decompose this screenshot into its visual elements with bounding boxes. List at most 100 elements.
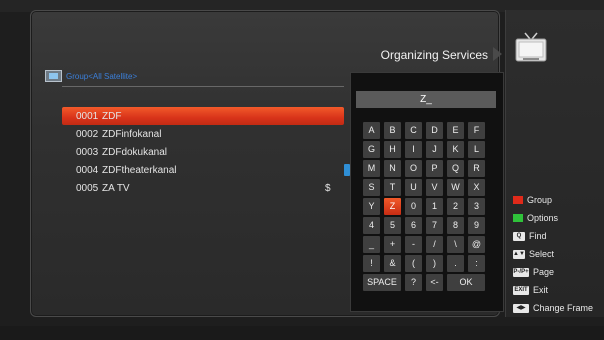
key-I[interactable]: I <box>405 141 422 158</box>
channel-row[interactable]: 0004 ZDFtheaterkanal <box>62 161 350 179</box>
key-.[interactable]: . <box>447 255 464 272</box>
channel-name: ZDF <box>102 110 122 122</box>
key-7[interactable]: 7 <box>426 217 443 234</box>
key-S[interactable]: S <box>363 179 380 196</box>
key-:[interactable]: : <box>468 255 485 272</box>
legend-exit: EXIT Exit <box>513 281 604 299</box>
key-/[interactable]: / <box>426 236 443 253</box>
satellite-group-icon <box>45 70 62 82</box>
legend-select: ▲▼ Select <box>513 245 604 263</box>
tv-icon <box>513 30 549 66</box>
legend-find: Q Find <box>513 227 604 245</box>
left-right-icon: ◀▶ <box>513 303 529 313</box>
key-C[interactable]: C <box>405 122 422 139</box>
key-A[interactable]: A <box>363 122 380 139</box>
key-&[interactable]: & <box>384 255 401 272</box>
title-pointer-icon <box>493 47 502 61</box>
key-space[interactable]: SPACE <box>363 274 401 291</box>
red-button-icon <box>513 196 523 204</box>
legend-exit-label: Exit <box>533 285 549 295</box>
channel-row[interactable]: 0003 ZDFdokukanal <box>62 143 344 161</box>
key-9[interactable]: 9 <box>468 217 485 234</box>
key-W[interactable]: W <box>447 179 464 196</box>
key-underscore[interactable]: _ <box>363 236 380 253</box>
legend-group: Group <box>513 191 604 209</box>
key-0[interactable]: 0 <box>405 198 422 215</box>
channel-number: 0001 <box>76 110 99 122</box>
key-)[interactable]: ) <box>426 255 443 272</box>
green-button-icon <box>513 214 523 222</box>
key-R[interactable]: R <box>468 160 485 177</box>
key-X[interactable]: X <box>468 179 485 196</box>
legend-change-frame: ◀▶ Change Frame <box>513 299 604 317</box>
key-J[interactable]: J <box>426 141 443 158</box>
key-D[interactable]: D <box>426 122 443 139</box>
key-backslash[interactable]: \ <box>447 236 464 253</box>
legend-page: P-/P+ Page <box>513 263 604 281</box>
search-input[interactable]: Z_ <box>356 91 496 108</box>
key-3[interactable]: 3 <box>468 198 485 215</box>
page-title: Organizing Services <box>380 48 488 62</box>
key--[interactable]: - <box>405 236 422 253</box>
up-down-icon: ▲▼ <box>513 249 525 259</box>
channel-number: 0003 <box>76 146 99 158</box>
key-4[interactable]: 4 <box>363 217 380 234</box>
divider <box>62 86 344 87</box>
key-backspace[interactable]: <- <box>426 274 443 291</box>
group-selector[interactable]: Group<All Satellite> <box>45 68 137 84</box>
exit-icon: EXIT <box>513 285 529 295</box>
key-H[interactable]: H <box>384 141 401 158</box>
key-Z[interactable]: Z <box>384 198 401 215</box>
channel-row[interactable]: 0002 ZDFinfokanal <box>62 125 344 143</box>
key-1[interactable]: 1 <box>426 198 443 215</box>
legend-select-label: Select <box>529 249 555 259</box>
channel-row[interactable]: 0005 ZA TV $ <box>62 179 344 197</box>
key-K[interactable]: K <box>447 141 464 158</box>
legend-page-label: Page <box>533 267 555 277</box>
legend-group-label: Group <box>527 195 553 205</box>
key-Y[interactable]: Y <box>363 198 380 215</box>
key-E[interactable]: E <box>447 122 464 139</box>
channel-name: ZDFdokukanal <box>102 146 168 158</box>
scrambled-indicator: $ <box>325 182 331 194</box>
channel-list: 0001 ZDF 0002 ZDFinfokanal 0003 ZDFdokuk… <box>62 107 350 197</box>
find-icon: Q <box>513 231 525 241</box>
channel-row[interactable]: 0001 ZDF <box>62 107 344 125</box>
key-B[interactable]: B <box>384 122 401 139</box>
key-N[interactable]: N <box>384 160 401 177</box>
key-8[interactable]: 8 <box>447 217 464 234</box>
key-G[interactable]: G <box>363 141 380 158</box>
key-question[interactable]: ? <box>405 274 422 291</box>
channel-number: 0002 <box>76 128 99 140</box>
channel-name: ZDFinfokanal <box>102 128 162 140</box>
key-O[interactable]: O <box>405 160 422 177</box>
legend-find-label: Find <box>529 231 547 241</box>
legend-change-frame-label: Change Frame <box>533 303 594 313</box>
key-6[interactable]: 6 <box>405 217 422 234</box>
key-F[interactable]: F <box>468 122 485 139</box>
key-U[interactable]: U <box>405 179 422 196</box>
key-@[interactable]: @ <box>468 236 485 253</box>
key-+[interactable]: + <box>384 236 401 253</box>
key-2[interactable]: 2 <box>447 198 464 215</box>
key-L[interactable]: L <box>468 141 485 158</box>
group-label: Group<All Satellite> <box>66 71 138 81</box>
key-T[interactable]: T <box>384 179 401 196</box>
page-icon: P-/P+ <box>513 267 529 277</box>
key-![interactable]: ! <box>363 255 380 272</box>
legend-options: Options <box>513 209 604 227</box>
key-M[interactable]: M <box>363 160 380 177</box>
legend: Group Options Q Find ▲▼ Select P-/P+ Pag… <box>513 191 604 317</box>
channel-number: 0004 <box>76 164 99 176</box>
legend-options-label: Options <box>527 213 559 223</box>
key-P[interactable]: P <box>426 160 443 177</box>
key-5[interactable]: 5 <box>384 217 401 234</box>
key-Q[interactable]: Q <box>447 160 464 177</box>
channel-number: 0005 <box>76 182 99 194</box>
key-V[interactable]: V <box>426 179 443 196</box>
channel-name: ZA TV <box>102 182 130 194</box>
key-([interactable]: ( <box>405 255 422 272</box>
key-ok[interactable]: OK <box>447 274 485 291</box>
bottom-bar <box>0 326 604 340</box>
channel-name: ZDFtheaterkanal <box>102 164 177 176</box>
